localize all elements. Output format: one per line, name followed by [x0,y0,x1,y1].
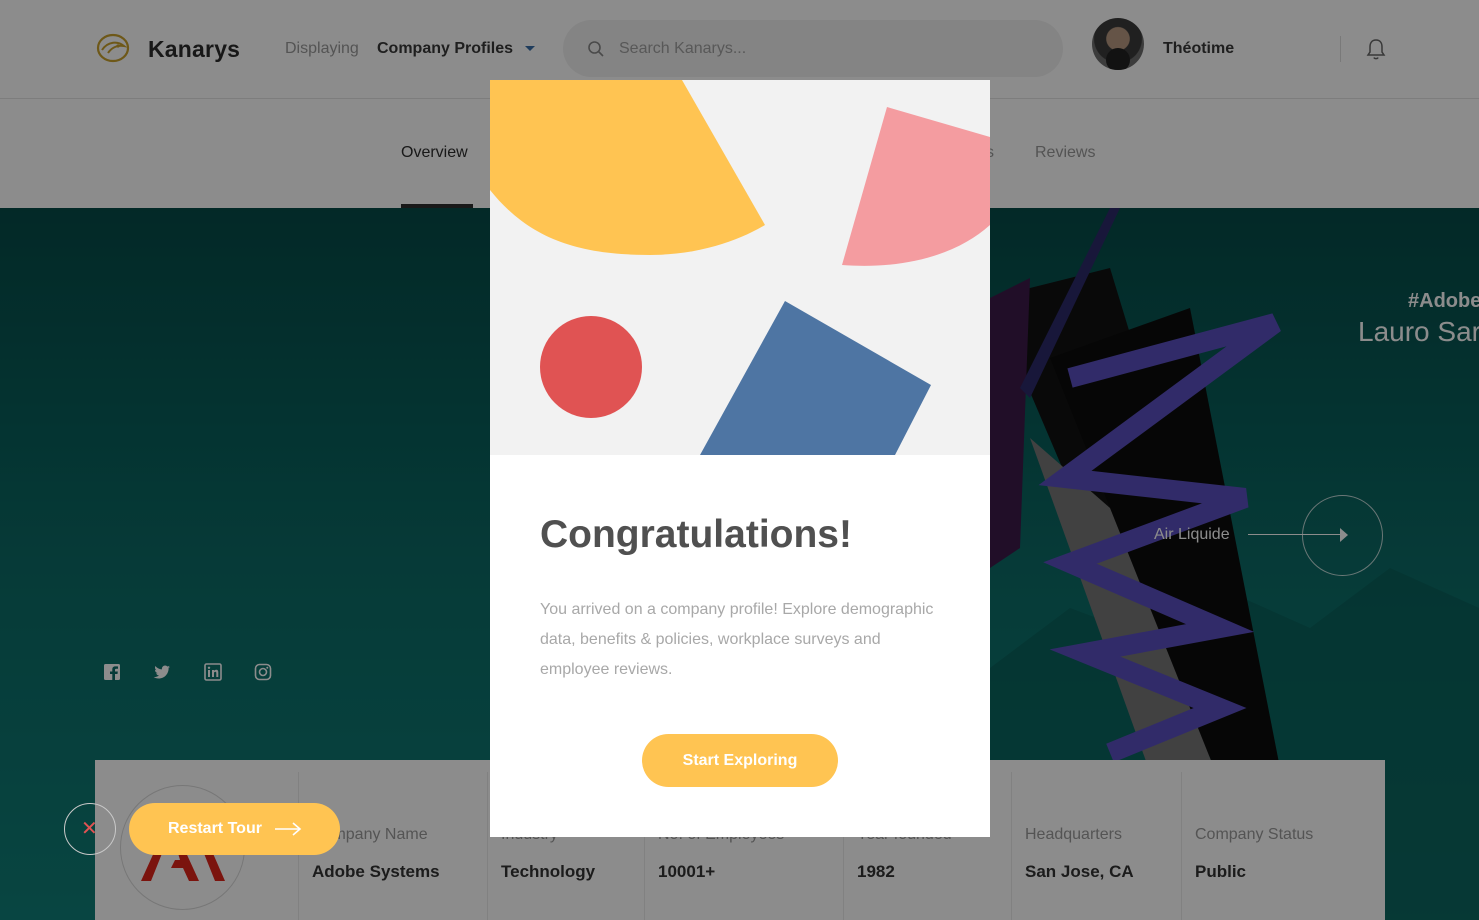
start-exploring-button[interactable]: Start Exploring [642,734,838,787]
close-icon: ✕ [81,818,98,840]
arrow-right-icon [275,822,302,836]
modal-description: You arrived on a company profile! Explor… [540,601,934,678]
red-circle-shape [540,316,642,418]
congratulations-modal: Congratulations! You arrived on a compan… [490,80,990,837]
modal-title: Congratulations! [540,513,852,556]
close-tour-button[interactable]: ✕ [64,803,116,855]
modal-illustration [490,80,990,455]
restart-tour-label: Restart Tour [168,820,262,837]
restart-tour-button[interactable]: Restart Tour [129,803,340,855]
